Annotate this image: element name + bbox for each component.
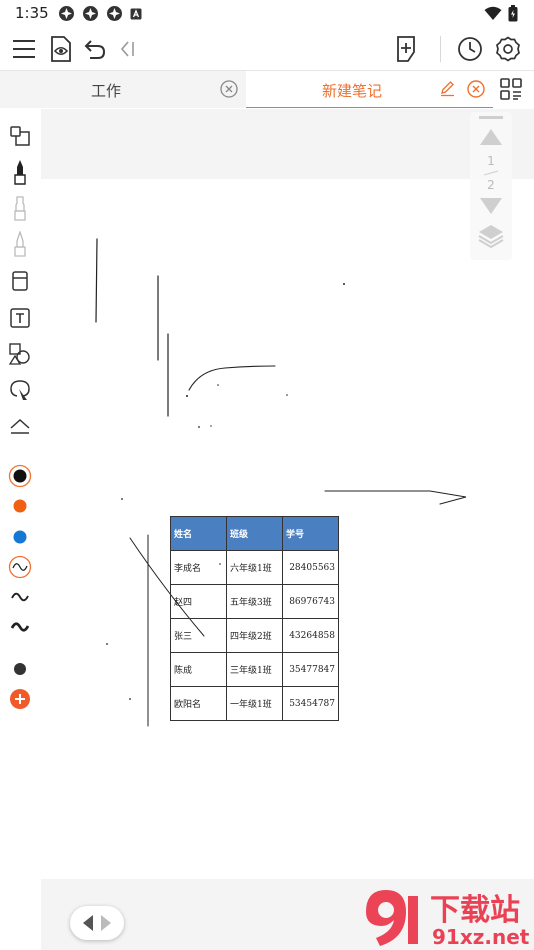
table-cell: 53454787: [282, 686, 339, 721]
page-flip-control: [70, 906, 124, 940]
site-watermark-logo: 下载站 91xz.net: [366, 890, 530, 949]
next-arrow-icon[interactable]: [100, 914, 112, 932]
page-navigator: 1 2: [470, 112, 512, 260]
table-header-cell: 班级: [226, 516, 283, 551]
svg-text:91xz.net: 91xz.net: [432, 925, 530, 949]
table-cell: 赵四: [170, 584, 227, 619]
table-cell: 三年级1班: [226, 652, 283, 687]
table-cell: 欧阳名: [170, 686, 227, 721]
table-cell: 35477847: [282, 652, 339, 687]
page-separator: [483, 170, 499, 176]
table-row: 李成名 六年级1班 28405563: [170, 550, 339, 585]
table-cell: 六年级1班: [226, 550, 283, 585]
handwriting-strokes: [95, 238, 467, 727]
prev-arrow-icon[interactable]: [82, 914, 94, 932]
table-cell: 陈成: [170, 652, 227, 687]
table-header-cell: 姓名: [170, 516, 227, 551]
table-cell: 一年级1班: [226, 686, 283, 721]
svg-text:下载站: 下载站: [430, 893, 520, 928]
table-header-row: 姓名 班级 学号: [170, 516, 339, 551]
table-cell: 43264858: [282, 618, 339, 653]
table-cell: 五年级3班: [226, 584, 283, 619]
table-cell: 李成名: [170, 550, 227, 585]
table-row: 陈成 三年级1班 35477847: [170, 652, 339, 687]
page-top-bar-icon[interactable]: [479, 116, 503, 120]
table-cell: 四年级2班: [226, 618, 283, 653]
table-row: 张三 四年级2班 43264858: [170, 618, 339, 653]
table-cell: 28405563: [282, 550, 339, 585]
table-cell: 张三: [170, 618, 227, 653]
table-cell: 86976743: [282, 584, 339, 619]
table-header-cell: 学号: [282, 516, 339, 551]
next-page-icon[interactable]: [479, 197, 503, 215]
prev-page-icon[interactable]: [479, 128, 503, 146]
table-row: 赵四 五年级3班 86976743: [170, 584, 339, 619]
current-page-number: 1: [487, 154, 495, 168]
layers-icon[interactable]: [478, 224, 504, 248]
student-table[interactable]: 姓名 班级 学号 李成名 六年级1班 28405563 赵四 五年级3班 869…: [170, 516, 339, 721]
table-row: 欧阳名 一年级1班 53454787: [170, 686, 339, 721]
total-page-number: 2: [487, 178, 495, 192]
